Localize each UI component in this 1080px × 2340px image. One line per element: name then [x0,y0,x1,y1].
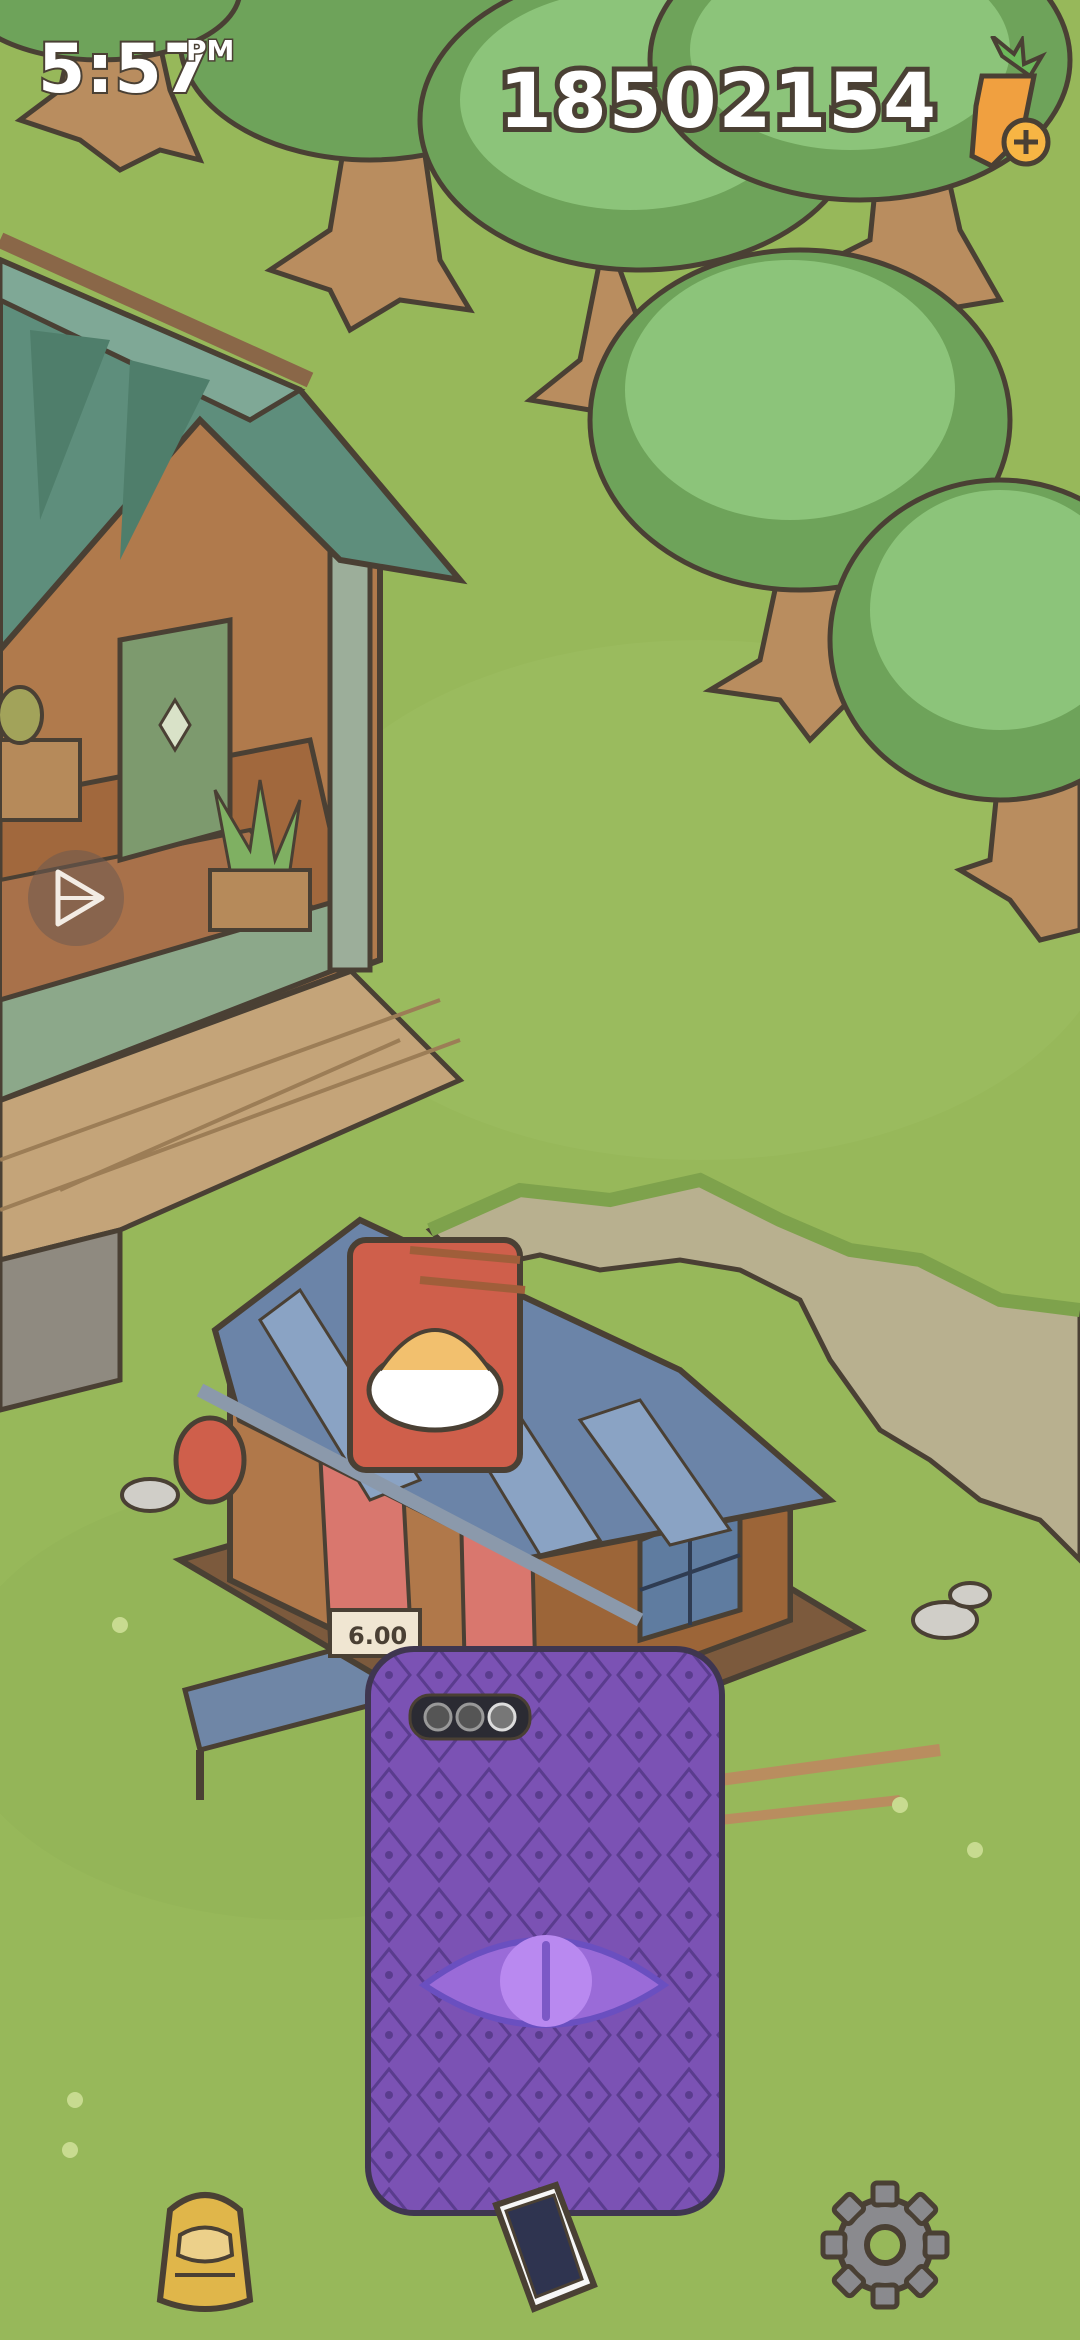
backpack-button[interactable] [140,2180,270,2320]
gear-icon [820,2180,950,2310]
backpack-icon [156,2192,254,2312]
carrot-currency-count: 18502154 [494,51,941,150]
game-viewport[interactable]: 6.00 5:57 PM 18502154 [0,0,1080,2340]
phone-button[interactable] [470,2175,610,2325]
play-triangle-icon [55,869,105,927]
settings-button[interactable] [815,2175,955,2315]
game-clock-ampm: PM [184,33,235,69]
side-play-button[interactable] [28,850,124,946]
phone-device-popup[interactable] [364,1645,726,2217]
carrot-plus-icon [969,33,1051,170]
add-carrots-button[interactable] [952,33,1062,176]
phone-icon [492,2181,598,2313]
